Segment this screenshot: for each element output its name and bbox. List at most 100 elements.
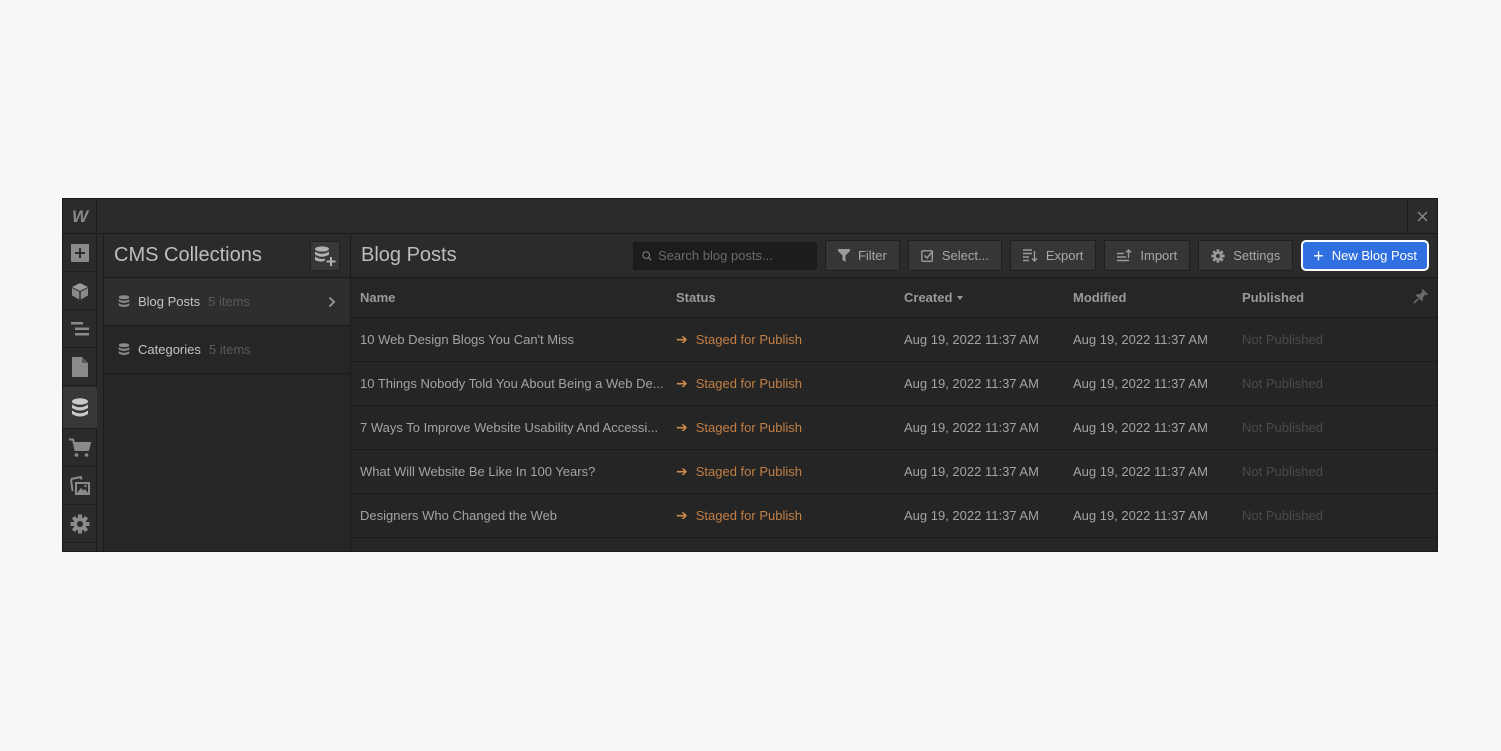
settings-panel-button[interactable] — [63, 505, 97, 543]
collection-count: 5 items — [208, 294, 251, 309]
filter-button[interactable]: Filter — [824, 240, 900, 271]
export-button[interactable]: Export — [1009, 240, 1097, 271]
item-created: Aug 19, 2022 11:37 AM — [895, 493, 1064, 538]
table-row[interactable]: Designers Who Changed the Web ➔ Staged fo… — [351, 493, 1437, 538]
status-label: Staged for Publish — [695, 419, 802, 435]
cms-button[interactable] — [63, 387, 97, 429]
database-icon — [118, 343, 130, 355]
column-header-created[interactable]: Created — [895, 278, 1064, 318]
components-button[interactable] — [63, 272, 97, 310]
item-status: ➔ Staged for Publish — [667, 493, 895, 538]
search-box[interactable] — [632, 241, 817, 270]
page-icon — [72, 356, 88, 377]
navigator-button[interactable] — [63, 310, 97, 348]
add-collection-button[interactable] — [310, 240, 340, 271]
item-modified: Aug 19, 2022 11:37 AM — [1064, 361, 1233, 406]
import-icon — [1117, 249, 1132, 262]
select-button[interactable]: Select... — [907, 240, 1002, 271]
arrow-right-icon: ➔ — [676, 506, 688, 523]
item-published: Not Published — [1233, 493, 1391, 538]
column-header-created-label: Created — [904, 289, 953, 305]
row-spacer — [1391, 405, 1437, 450]
webflow-logo[interactable]: W — [63, 199, 97, 234]
item-published: Not Published — [1233, 449, 1391, 494]
status-label: Staged for Publish — [695, 331, 802, 347]
images-icon — [70, 475, 90, 495]
item-name: 7 Ways To Improve Website Usability And … — [351, 405, 667, 450]
collection-items-panel: Blog Posts Filter Select... — [351, 234, 1437, 551]
gear-icon — [1211, 248, 1225, 263]
search-icon — [642, 250, 652, 261]
collection-count: 5 items — [208, 342, 251, 357]
row-spacer — [1391, 449, 1437, 494]
item-status: ➔ Staged for Publish — [667, 449, 895, 494]
plus-icon: + — [1313, 245, 1324, 266]
table-row[interactable]: 10 Web Design Blogs You Can't Miss ➔ Stag… — [351, 317, 1437, 362]
table-row[interactable]: 7 Ways To Improve Website Usability And … — [351, 405, 1437, 450]
item-modified: Aug 19, 2022 11:37 AM — [1064, 493, 1233, 538]
pages-button[interactable] — [63, 348, 97, 386]
item-name: 10 Things Nobody Told You About Being a … — [351, 361, 667, 406]
panel-divider — [97, 234, 104, 551]
import-button[interactable]: Import — [1104, 240, 1191, 271]
add-panel-button[interactable] — [63, 234, 97, 272]
column-header-modified[interactable]: Modified — [1064, 278, 1233, 318]
sort-desc-icon — [957, 296, 964, 301]
items-header: Blog Posts Filter Select... — [351, 234, 1437, 278]
collections-title: CMS Collections — [114, 244, 262, 266]
column-header-status[interactable]: Status — [667, 278, 895, 318]
status-label: Staged for Publish — [695, 463, 802, 479]
close-icon — [1417, 211, 1428, 222]
collection-item-categories[interactable]: Categories 5 items — [104, 326, 350, 374]
select-label: Select... — [941, 248, 989, 263]
collections-panel: CMS Collections Blog Posts 5 items Categ… — [104, 234, 351, 551]
layers-icon — [71, 321, 89, 335]
cart-icon — [69, 438, 91, 457]
collection-item-blog-posts[interactable]: Blog Posts 5 items — [104, 278, 350, 326]
new-blog-post-button[interactable]: + New Blog Post — [1301, 240, 1429, 271]
gear-icon — [70, 514, 90, 533]
pin-icon[interactable] — [1413, 288, 1429, 304]
collection-name: Categories — [138, 342, 201, 357]
plus-square-icon — [71, 243, 89, 262]
item-status: ➔ Staged for Publish — [667, 405, 895, 450]
table-row[interactable]: 10 Things Nobody Told You About Being a … — [351, 361, 1437, 406]
close-button[interactable] — [1407, 199, 1437, 234]
status-label: Staged for Publish — [695, 375, 802, 391]
table-row[interactable]: What Will Website Be Like In 100 Years? … — [351, 449, 1437, 494]
search-input[interactable] — [657, 248, 808, 263]
item-modified: Aug 19, 2022 11:37 AM — [1064, 405, 1233, 450]
column-header-name[interactable]: Name — [351, 278, 667, 318]
arrow-right-icon: ➔ — [676, 374, 688, 391]
items-table: Name Status Created Modified Published 1… — [351, 278, 1437, 538]
collections-header: CMS Collections — [104, 234, 350, 278]
item-modified: Aug 19, 2022 11:37 AM — [1064, 449, 1233, 494]
collection-name: Blog Posts — [138, 294, 201, 309]
item-created: Aug 19, 2022 11:37 AM — [895, 405, 1064, 450]
column-header-published[interactable]: Published — [1233, 278, 1391, 318]
collection-settings-button[interactable]: Settings — [1198, 240, 1294, 271]
assets-button[interactable] — [63, 467, 97, 505]
item-name: 10 Web Design Blogs You Can't Miss — [351, 317, 667, 362]
cms-window: W CMS Collections Blog Posts 5 items Cat… — [62, 198, 1438, 552]
cube-icon — [72, 282, 88, 299]
new-blog-post-label: New Blog Post — [1331, 248, 1417, 263]
item-name: What Will Website Be Like In 100 Years? — [351, 449, 667, 494]
item-modified: Aug 19, 2022 11:37 AM — [1064, 317, 1233, 362]
item-name: Designers Who Changed the Web — [351, 493, 667, 538]
item-status: ➔ Staged for Publish — [667, 361, 895, 406]
pin-column-cell — [1391, 278, 1437, 318]
item-created: Aug 19, 2022 11:37 AM — [895, 361, 1064, 406]
item-status: ➔ Staged for Publish — [667, 317, 895, 362]
database-icon — [72, 397, 88, 416]
settings-label: Settings — [1233, 248, 1281, 263]
export-label: Export — [1045, 248, 1084, 263]
top-bar: W — [63, 199, 1437, 234]
row-spacer — [1391, 361, 1437, 406]
left-toolbar — [63, 234, 97, 551]
item-published: Not Published — [1233, 317, 1391, 362]
arrow-right-icon: ➔ — [676, 462, 688, 479]
ecommerce-button[interactable] — [63, 429, 97, 467]
row-spacer — [1391, 317, 1437, 362]
add-collection-icon — [315, 245, 336, 266]
